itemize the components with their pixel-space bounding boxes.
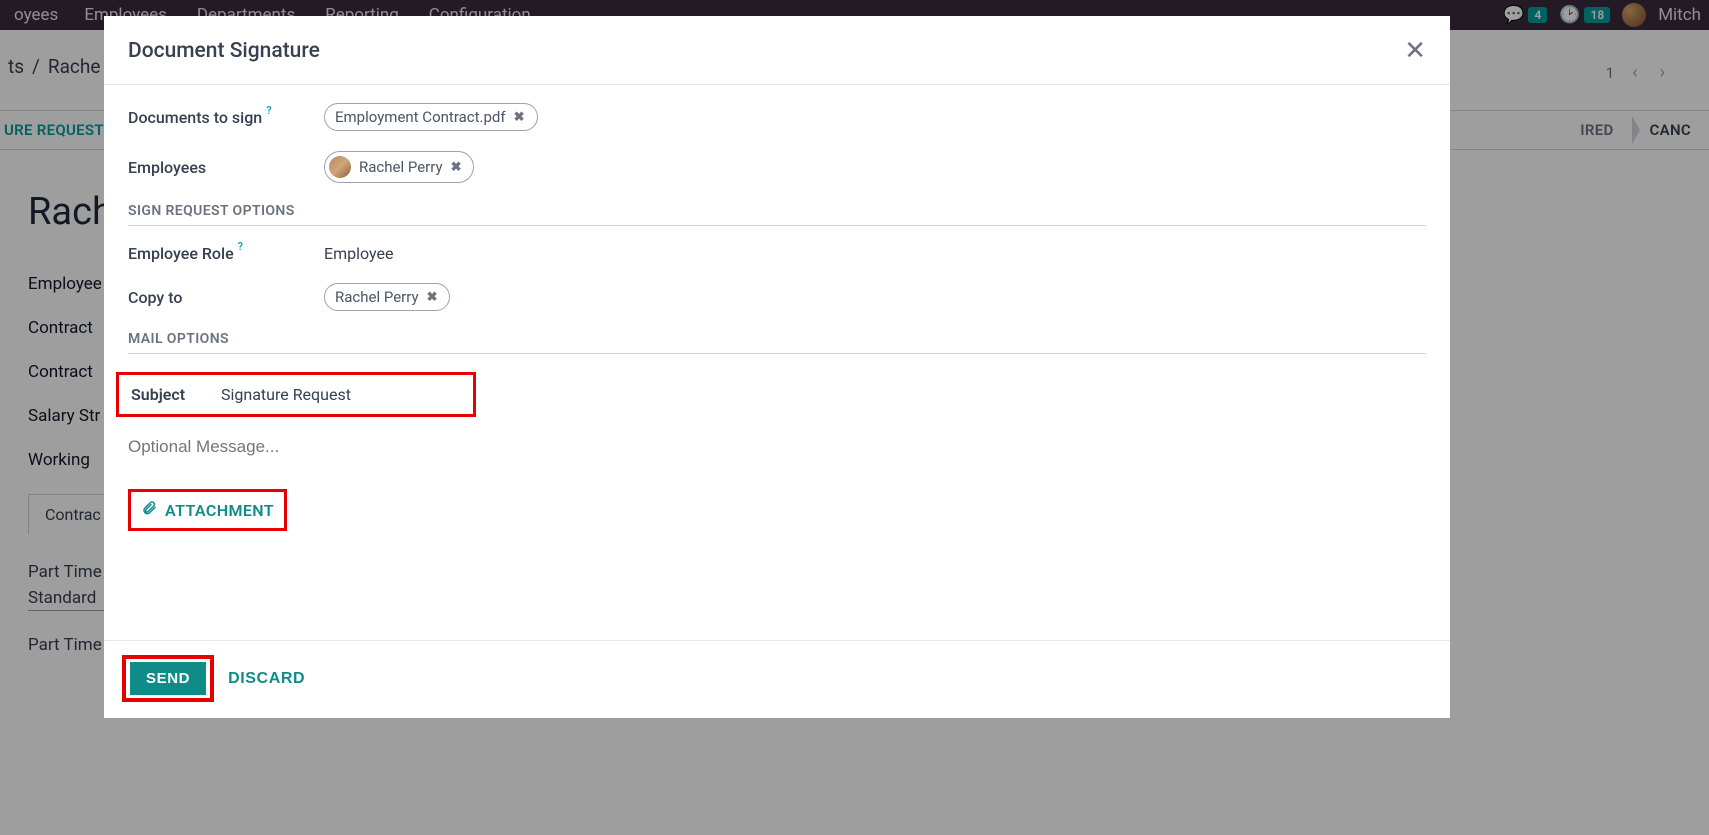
copy-to-tag[interactable]: Rachel Perry ✖	[324, 283, 450, 311]
document-signature-modal: Document Signature ✕ Documents to sign? …	[104, 16, 1450, 718]
remove-tag-icon[interactable]: ✖	[514, 110, 525, 125]
label-documents-to-sign: Documents to sign?	[128, 108, 324, 127]
value-employee-role[interactable]: Employee	[324, 244, 1426, 263]
subject-input[interactable]: Signature Request	[221, 385, 461, 404]
help-icon[interactable]: ?	[266, 104, 271, 117]
label-copy-to: Copy to	[128, 288, 324, 307]
modal-title: Document Signature	[128, 39, 320, 63]
send-button[interactable]: SEND	[130, 662, 206, 695]
employee-tag[interactable]: Rachel Perry ✖	[324, 151, 474, 183]
close-icon[interactable]: ✕	[1404, 38, 1426, 64]
send-highlight: SEND	[122, 655, 214, 702]
remove-tag-icon[interactable]: ✖	[427, 290, 438, 305]
modal-footer: SEND DISCARD	[104, 640, 1450, 718]
attachment-button[interactable]: ATTACHMENT	[141, 500, 274, 520]
remove-tag-icon[interactable]: ✖	[451, 160, 462, 175]
document-tag[interactable]: Employment Contract.pdf ✖	[324, 103, 538, 131]
label-employees: Employees	[128, 158, 324, 177]
label-employee-role: Employee Role?	[128, 244, 324, 263]
copy-to-tag-label: Rachel Perry	[335, 288, 419, 306]
section-mail-options: MAIL OPTIONS	[128, 331, 1426, 354]
message-textarea[interactable]	[128, 433, 1426, 461]
modal-header: Document Signature ✕	[104, 16, 1450, 85]
employee-tag-label: Rachel Perry	[359, 158, 443, 176]
modal-body: Documents to sign? Employment Contract.p…	[104, 85, 1450, 640]
label-subject: Subject	[131, 385, 221, 404]
section-sign-request-options: SIGN REQUEST OPTIONS	[128, 203, 1426, 226]
discard-button[interactable]: DISCARD	[228, 670, 305, 688]
attachment-highlight: ATTACHMENT	[128, 489, 287, 531]
attachment-label: ATTACHMENT	[165, 501, 274, 520]
paperclip-icon	[141, 500, 157, 520]
document-tag-label: Employment Contract.pdf	[335, 108, 506, 126]
avatar	[329, 156, 351, 178]
subject-field-highlight: Subject Signature Request	[116, 372, 476, 417]
help-icon[interactable]: ?	[238, 240, 243, 253]
